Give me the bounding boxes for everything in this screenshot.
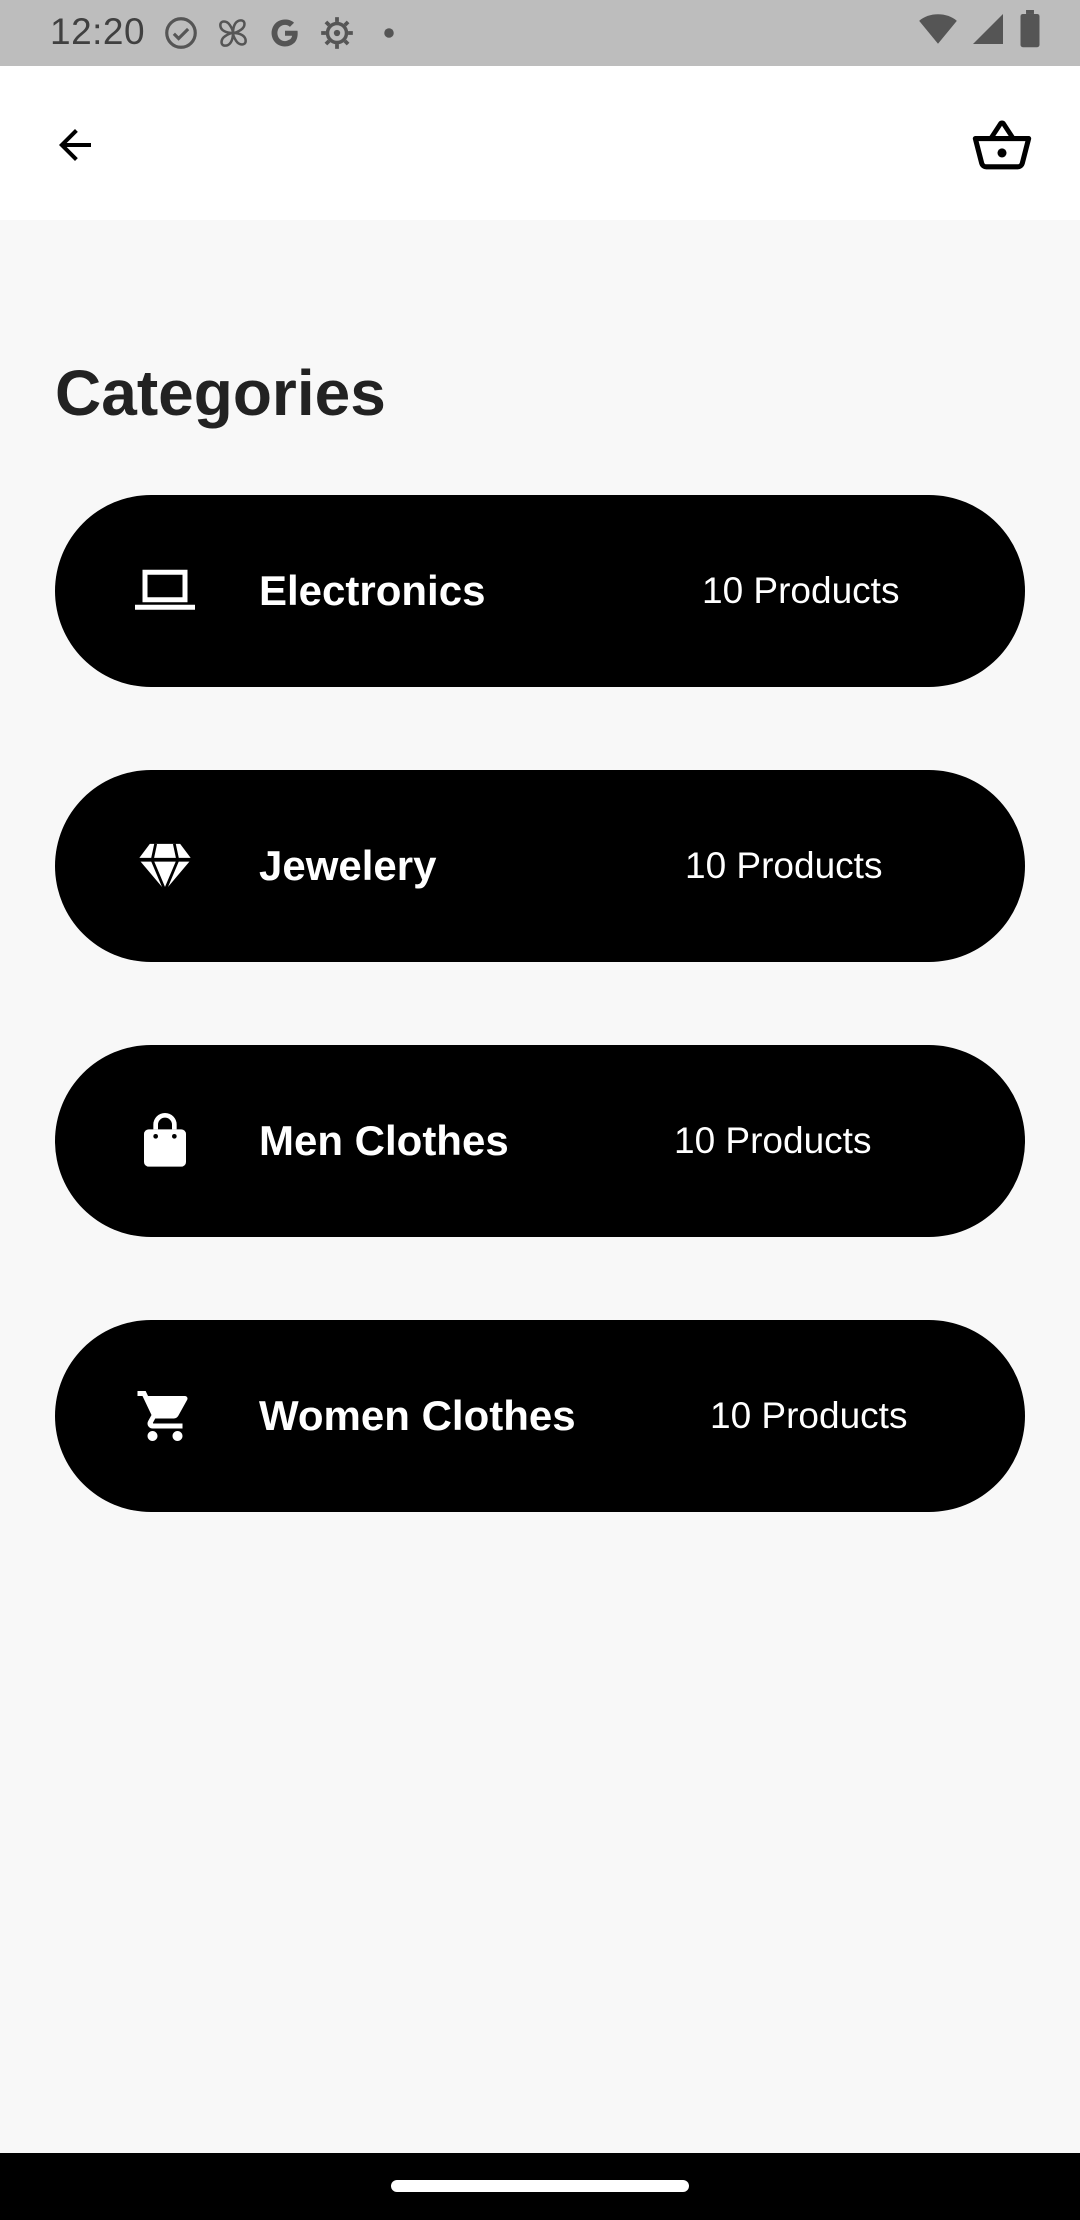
category-count: 10 Products	[702, 570, 900, 611]
category-list: Electronics 10 Products Jewelery 10 Prod…	[55, 495, 1025, 1595]
category-name: Men Clothes	[259, 1117, 509, 1164]
settings-gear-icon	[318, 14, 356, 52]
shopping-cart-icon	[135, 1386, 195, 1446]
cart-button[interactable]	[964, 108, 1040, 184]
status-time: 12:20	[50, 11, 146, 52]
shopping-bag-icon	[135, 1111, 195, 1171]
cell-signal-icon	[970, 11, 1006, 56]
home-gesture-handle[interactable]	[391, 2180, 689, 2192]
dot-icon	[370, 14, 408, 52]
check-circle-icon	[162, 14, 200, 52]
category-card-jewelery[interactable]: Jewelery 10 Products	[55, 770, 1025, 962]
diamond-icon	[135, 836, 195, 896]
category-name: Electronics	[259, 567, 486, 614]
category-count: 10 Products	[674, 1120, 872, 1161]
status-icons-right	[918, 9, 1042, 52]
app-bar	[0, 66, 1080, 220]
screen: 12:20 Categories Electronics 10 Products…	[0, 0, 1080, 2220]
category-count: 10 Products	[710, 1395, 908, 1436]
shopping-basket-icon	[972, 120, 1032, 170]
laptop-icon	[135, 561, 195, 621]
fan-icon	[214, 14, 252, 52]
google-icon	[266, 14, 304, 52]
navigation-bar	[0, 2153, 1080, 2220]
category-name: Women Clothes	[259, 1392, 576, 1439]
category-card-women-clothes[interactable]: Women Clothes 10 Products	[55, 1320, 1025, 1512]
wifi-icon	[918, 11, 958, 56]
page-title: Categories	[55, 357, 386, 429]
battery-icon	[1018, 9, 1042, 57]
category-count: 10 Products	[685, 845, 883, 886]
category-card-men-clothes[interactable]: Men Clothes 10 Products	[55, 1045, 1025, 1237]
category-card-electronics[interactable]: Electronics 10 Products	[55, 495, 1025, 687]
arrow-back-icon	[59, 129, 91, 161]
status-bar: 12:20	[0, 0, 1080, 66]
status-icons-left	[162, 14, 408, 52]
back-button[interactable]	[40, 110, 110, 180]
category-name: Jewelery	[259, 842, 437, 889]
